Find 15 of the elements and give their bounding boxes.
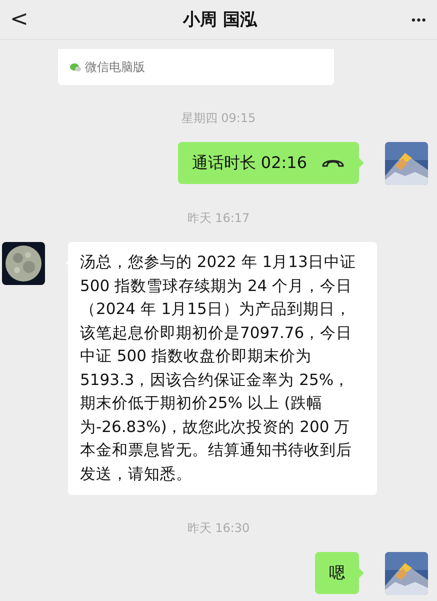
card-source: 微信电脑版: [85, 58, 145, 76]
more-button[interactable]: •••: [411, 12, 427, 26]
timestamp: 昨天 16:17: [187, 211, 250, 225]
timestamp: 昨天 16:30: [187, 521, 250, 535]
link-card[interactable]: 微信电脑版: [58, 48, 334, 85]
bubble-tail: [359, 158, 364, 168]
timestamp: 星期四 09:15: [181, 111, 256, 125]
phone-hangup-icon: [321, 158, 345, 168]
back-button[interactable]: <: [10, 7, 28, 32]
bubble-tail: [359, 568, 364, 578]
message-bubble[interactable]: 嗯: [315, 552, 359, 594]
wechat-icon: [70, 62, 81, 72]
call-bubble[interactable]: 通话时长 02:16: [178, 142, 359, 184]
chat-title: 小周 国泓: [182, 9, 257, 31]
message-bubble[interactable]: 汤总，您参与的 2022 年 1月13日中证 500 指数雪球存续期为 24 个月，今日（2024 年 1月15日）为产品到期日，该笔起息价即期初价是7097.76，今日中证 500 指数收盘价即期末价为 5193.3，因该合约保证金率为 25%，期末价低于期初价25% 以上 (跌幅为-26.83%)，故您此次投资的 200 万本金和票息皆无。结算通知书待收到后发送，请知悉。: [68, 242, 377, 495]
